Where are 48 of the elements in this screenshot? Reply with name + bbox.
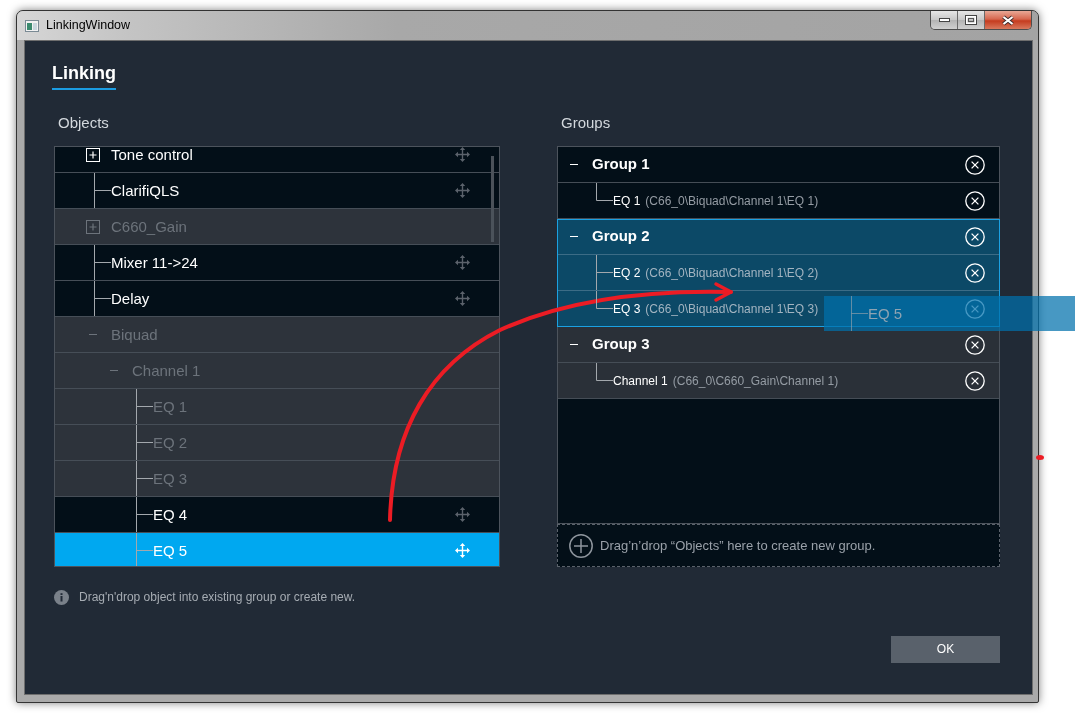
minimize-button[interactable]	[931, 11, 958, 29]
group-header[interactable]: Group 1	[558, 147, 999, 183]
minimize-icon	[938, 18, 950, 22]
tree-line	[136, 533, 153, 566]
tree-line	[94, 245, 111, 280]
close-button[interactable]	[985, 11, 1031, 29]
hint-text: Drag'n'drop object into existing group or create new.	[79, 589, 356, 605]
tree-line	[94, 173, 111, 208]
section-title: Objects	[58, 113, 109, 133]
group-member[interactable]: Channel 1 (C66_0\C660_Gain\Channel 1)	[558, 363, 999, 399]
tree-line	[596, 363, 613, 381]
window-title: LinkingWindow	[46, 18, 131, 32]
tree-line	[136, 497, 153, 532]
move-icon[interactable]	[455, 255, 470, 270]
tree-item[interactable]: Tone control	[55, 147, 499, 173]
move-icon[interactable]	[455, 147, 470, 162]
close-circle-icon[interactable]	[965, 190, 985, 211]
scrollbar[interactable]	[491, 156, 494, 242]
close-circle-icon[interactable]	[965, 226, 985, 247]
tree-line	[851, 296, 868, 331]
tree-item[interactable]: Mixer 11->24	[55, 245, 499, 281]
tree-item[interactable]: ClarifiQLS	[55, 173, 499, 209]
close-icon	[1001, 14, 1015, 26]
move-icon[interactable]	[455, 291, 470, 306]
page-title: Linking	[52, 62, 116, 90]
plus-circle-icon	[569, 533, 593, 558]
tree-line	[136, 461, 153, 496]
maximize-button[interactable]	[958, 11, 985, 29]
move-icon[interactable]	[455, 183, 470, 198]
close-circle-icon[interactable]	[965, 370, 985, 391]
close-circle-icon[interactable]	[965, 262, 985, 283]
info-icon	[54, 589, 69, 605]
tree-item[interactable]: Delay	[55, 281, 499, 317]
drag-tooltip-label: EQ 5	[868, 306, 903, 321]
window-icon	[25, 20, 39, 32]
drop-zone-text: Drag’n’drop “Objects” here to create new group.	[600, 537, 876, 554]
tree-line	[94, 281, 111, 316]
group-header[interactable]: Group 2	[558, 219, 999, 255]
annotation-dot-icon	[1036, 455, 1044, 460]
tree-line	[136, 425, 153, 460]
close-circle-icon[interactable]	[965, 334, 985, 355]
group-member[interactable]: EQ 2 (C66_0\Biquad\Channel 1\EQ 2)	[558, 255, 999, 291]
tree-line	[596, 183, 613, 201]
maximize-icon	[965, 15, 977, 25]
section-title: Groups	[561, 113, 611, 133]
tree-line	[136, 389, 153, 424]
ok-button[interactable]: OK	[891, 636, 1000, 663]
close-circle-icon[interactable]	[965, 154, 985, 175]
